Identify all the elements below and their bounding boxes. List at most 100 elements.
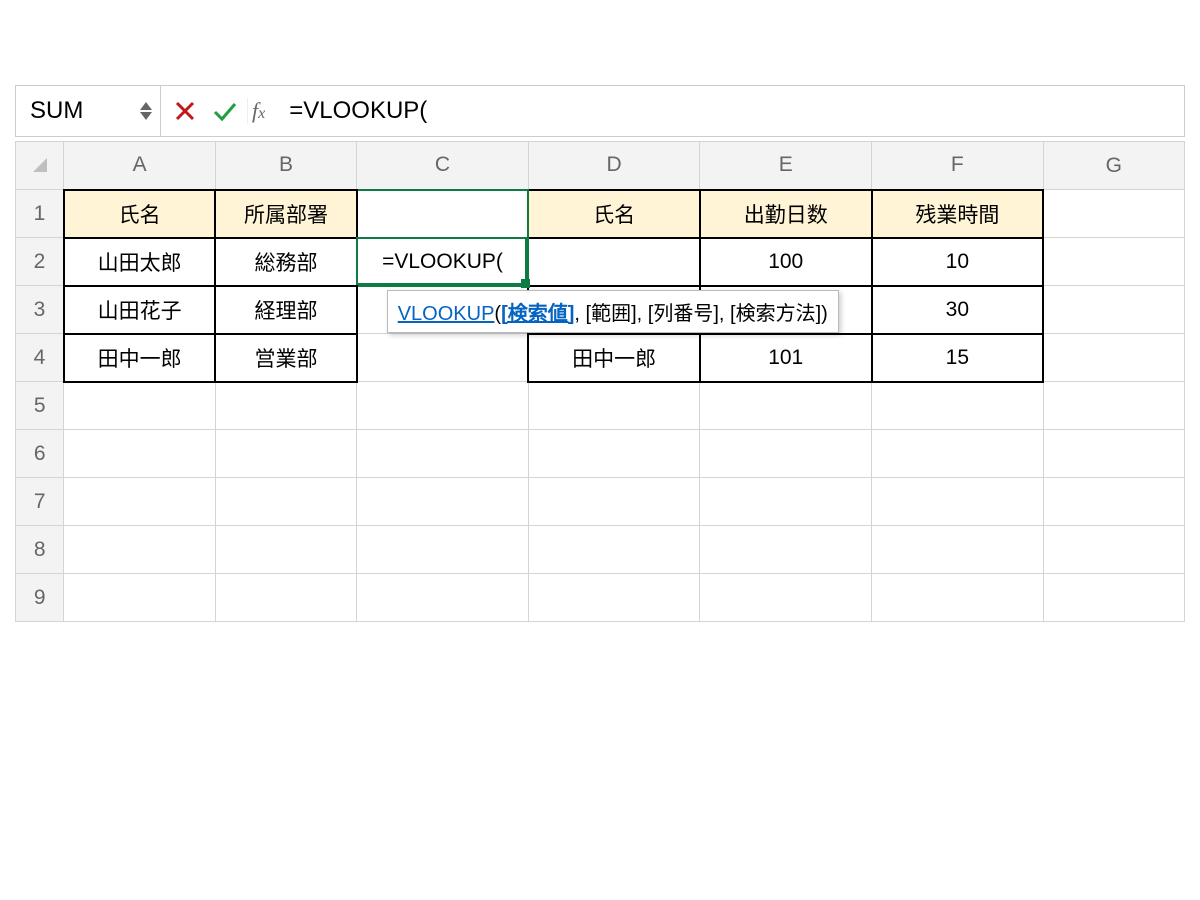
cell-E1[interactable]: 出勤日数: [700, 190, 872, 238]
cell-B1[interactable]: 所属部署: [215, 190, 356, 238]
cell-E6[interactable]: [700, 430, 872, 478]
cell-F1[interactable]: 残業時間: [872, 190, 1044, 238]
formula-bar-buttons: fx: [161, 93, 279, 129]
tooltip-arg-2: [範囲]: [586, 303, 637, 325]
col-header-C[interactable]: C: [357, 142, 529, 190]
tooltip-arg-current[interactable]: [検索値]: [501, 303, 574, 325]
cell-E5[interactable]: [700, 382, 872, 430]
cell-G9[interactable]: [1043, 574, 1184, 622]
cell-D8[interactable]: [528, 526, 700, 574]
col-header-A[interactable]: A: [64, 142, 215, 190]
tooltip-arg-3: [列番号]: [648, 303, 719, 325]
cell-G7[interactable]: [1043, 478, 1184, 526]
cell-A3[interactable]: 山田花子: [64, 286, 215, 334]
check-icon: [212, 100, 238, 122]
cell-A1[interactable]: 氏名: [64, 190, 215, 238]
cell-A4[interactable]: 田中一郎: [64, 334, 215, 382]
cell-C9[interactable]: [357, 574, 529, 622]
cell-D7[interactable]: [528, 478, 700, 526]
col-header-D[interactable]: D: [528, 142, 700, 190]
cell-D9[interactable]: [528, 574, 700, 622]
close-icon: [174, 100, 196, 122]
cell-B2[interactable]: 総務部: [215, 238, 356, 286]
fx-label[interactable]: fx: [247, 98, 273, 124]
chevron-up-icon: [140, 102, 152, 110]
row-header-1[interactable]: 1: [16, 190, 64, 238]
formula-input[interactable]: =VLOOKUP(: [279, 86, 1184, 136]
cell-E8[interactable]: [700, 526, 872, 574]
grid[interactable]: A B C D E F G 1 氏名 所属部署 氏名 出勤日数 残業時間 2 山…: [15, 141, 1185, 622]
spreadsheet: A B C D E F G 1 氏名 所属部署 氏名 出勤日数 残業時間 2 山…: [15, 141, 1185, 622]
cancel-button[interactable]: [167, 93, 203, 129]
confirm-button[interactable]: [207, 93, 243, 129]
cell-E9[interactable]: [700, 574, 872, 622]
cell-G1[interactable]: [1043, 190, 1184, 238]
cell-G5[interactable]: [1043, 382, 1184, 430]
tooltip-arg-4: [検索方法]: [730, 303, 821, 325]
cell-B9[interactable]: [215, 574, 356, 622]
col-header-E[interactable]: E: [700, 142, 872, 190]
name-box-stepper[interactable]: [140, 102, 152, 120]
cell-E2[interactable]: 100: [700, 238, 872, 286]
cell-C4[interactable]: [357, 334, 529, 382]
cell-G2[interactable]: [1043, 238, 1184, 286]
row-header-6[interactable]: 6: [16, 430, 64, 478]
cell-E7[interactable]: [700, 478, 872, 526]
cell-B8[interactable]: [215, 526, 356, 574]
cell-E4[interactable]: 101: [700, 334, 872, 382]
cell-F5[interactable]: [872, 382, 1044, 430]
tooltip-fn[interactable]: VLOOKUP: [398, 303, 495, 325]
cell-F8[interactable]: [872, 526, 1044, 574]
cell-D2[interactable]: [528, 238, 700, 286]
chevron-down-icon: [140, 112, 152, 120]
cell-D4[interactable]: 田中一郎: [528, 334, 700, 382]
cell-G6[interactable]: [1043, 430, 1184, 478]
triangle-icon: [33, 158, 47, 172]
row-header-5[interactable]: 5: [16, 382, 64, 430]
cell-C8[interactable]: [357, 526, 529, 574]
row-header-2[interactable]: 2: [16, 238, 64, 286]
cell-A5[interactable]: [64, 382, 215, 430]
cell-G4[interactable]: [1043, 334, 1184, 382]
cell-A7[interactable]: [64, 478, 215, 526]
cell-A8[interactable]: [64, 526, 215, 574]
cell-G8[interactable]: [1043, 526, 1184, 574]
cell-C1[interactable]: [357, 190, 529, 238]
row-header-8[interactable]: 8: [16, 526, 64, 574]
cell-C5[interactable]: [357, 382, 529, 430]
cell-B4[interactable]: 営業部: [215, 334, 356, 382]
cell-C6[interactable]: [357, 430, 529, 478]
row-header-7[interactable]: 7: [16, 478, 64, 526]
formula-tooltip: VLOOKUP([検索値], [範囲], [列番号], [検索方法]): [387, 290, 839, 333]
cell-A6[interactable]: [64, 430, 215, 478]
cell-F9[interactable]: [872, 574, 1044, 622]
col-header-F[interactable]: F: [872, 142, 1044, 190]
cell-B7[interactable]: [215, 478, 356, 526]
cell-C2[interactable]: =VLOOKUP(: [357, 238, 529, 286]
row-header-4[interactable]: 4: [16, 334, 64, 382]
cell-F7[interactable]: [872, 478, 1044, 526]
name-box[interactable]: SUM: [16, 86, 161, 136]
cell-C7[interactable]: [357, 478, 529, 526]
cell-D1[interactable]: 氏名: [528, 190, 700, 238]
col-header-G[interactable]: G: [1043, 142, 1184, 190]
col-header-B[interactable]: B: [215, 142, 356, 190]
cell-B5[interactable]: [215, 382, 356, 430]
cell-D5[interactable]: [528, 382, 700, 430]
cell-B6[interactable]: [215, 430, 356, 478]
formula-bar: SUM fx =VLOOKUP(: [15, 85, 1185, 137]
formula-text: =VLOOKUP(: [289, 97, 427, 125]
cell-B3[interactable]: 経理部: [215, 286, 356, 334]
row-header-9[interactable]: 9: [16, 574, 64, 622]
cell-F6[interactable]: [872, 430, 1044, 478]
cell-F2[interactable]: 10: [872, 238, 1044, 286]
cell-D6[interactable]: [528, 430, 700, 478]
select-all-corner[interactable]: [16, 142, 64, 190]
row-header-3[interactable]: 3: [16, 286, 64, 334]
name-box-value: SUM: [30, 97, 83, 125]
cell-F4[interactable]: 15: [872, 334, 1044, 382]
cell-F3[interactable]: 30: [872, 286, 1044, 334]
cell-A9[interactable]: [64, 574, 215, 622]
cell-A2[interactable]: 山田太郎: [64, 238, 215, 286]
cell-G3[interactable]: [1043, 286, 1184, 334]
